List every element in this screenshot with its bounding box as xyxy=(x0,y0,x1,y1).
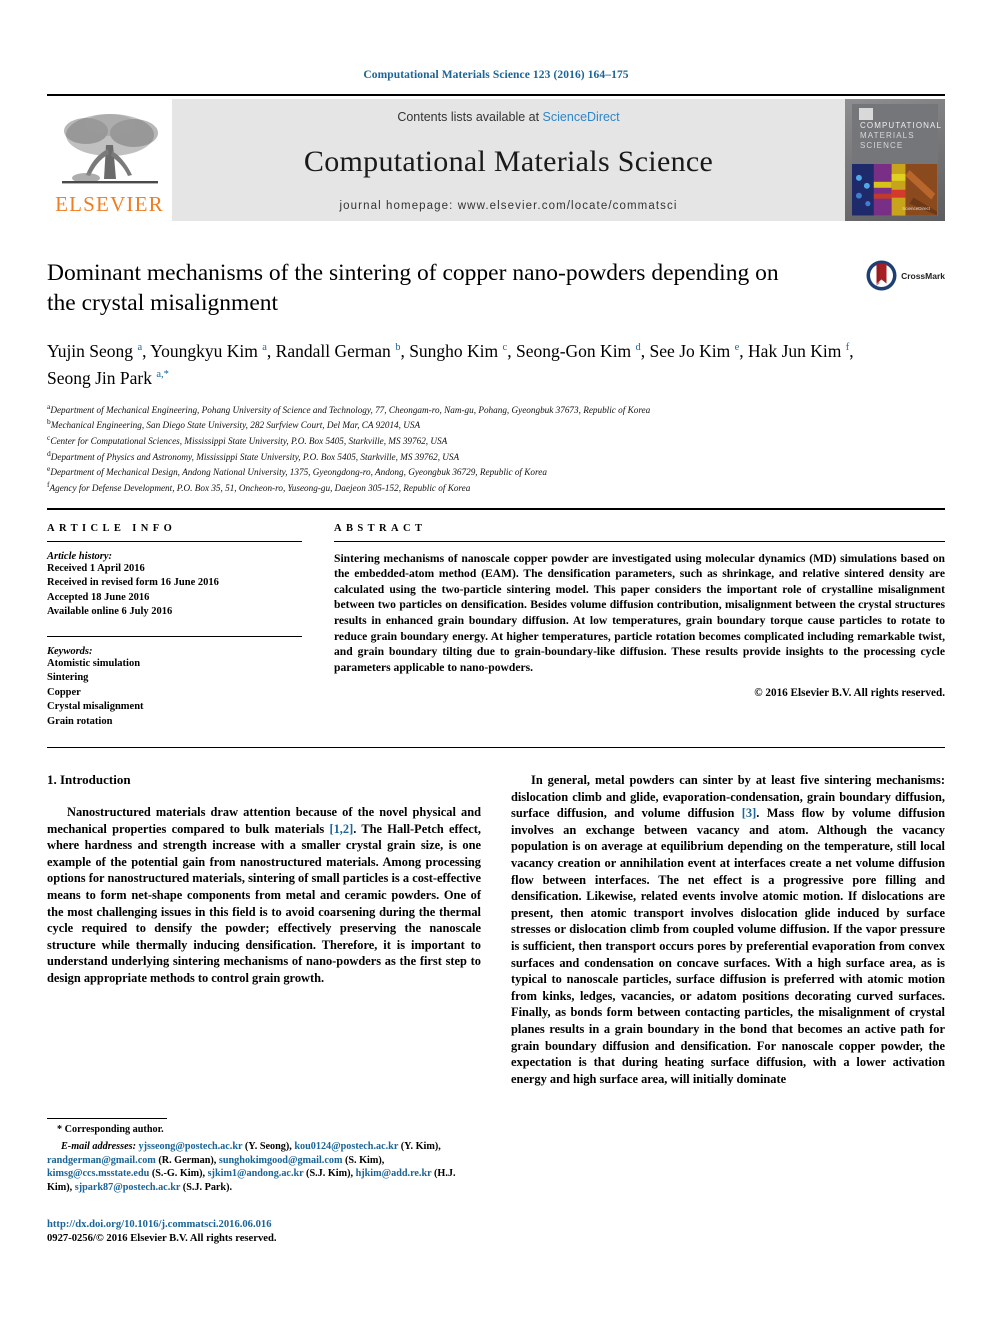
journal-cover-thumbnail[interactable]: COMPUTATIONAL MATERIALS SCIENCE ScienceD… xyxy=(845,99,945,221)
journal-masthead: ELSEVIER Contents lists available at Sci… xyxy=(0,94,992,221)
abstract-copyright: © 2016 Elsevier B.V. All rights reserved… xyxy=(754,687,945,700)
section-heading-introduction: 1. Introduction xyxy=(47,772,131,788)
article-history-item: Accepted 18 June 2016 xyxy=(47,591,150,603)
elsevier-tree-icon xyxy=(61,114,158,184)
abstract-rule xyxy=(334,540,945,542)
doi-link[interactable]: http://dx.doi.org/10.1016/j.commatsci.20… xyxy=(47,1218,277,1232)
abstract-text: Sintering mechanisms of nanoscale copper… xyxy=(334,551,945,674)
affiliation-item: bMechanical Engineering, San Diego State… xyxy=(47,416,945,432)
affiliation-item: eDepartment of Mechanical Design, Andong… xyxy=(47,463,945,479)
keyword-item: Grain rotation xyxy=(47,715,113,727)
article-info-heading: ARTICLE INFO xyxy=(47,522,177,534)
article-info-column: ARTICLE INFO Article history: Received 1… xyxy=(47,523,302,730)
cover-title-line-2: MATERIALS xyxy=(860,131,915,140)
crossmark-label: CrossMark xyxy=(901,270,945,281)
introduction-paragraph-left: Nanostructured materials draw attention … xyxy=(47,805,481,986)
article-history-item: Available online 6 July 2016 xyxy=(47,606,173,618)
email-addresses-note: E-mail addresses: yjsseong@postech.ac.kr… xyxy=(47,1140,481,1194)
email-addresses-label: E-mail addresses: xyxy=(61,1141,136,1153)
article-info-rule xyxy=(47,540,302,542)
cover-title-line-1: COMPUTATIONAL xyxy=(860,121,943,130)
sciencedirect-link[interactable]: ScienceDirect xyxy=(543,110,620,124)
cover-inner: COMPUTATIONAL MATERIALS SCIENCE ScienceD… xyxy=(852,104,943,216)
running-head: Computational Materials Science 123 (201… xyxy=(363,69,629,81)
journal-band: Contents lists available at ScienceDirec… xyxy=(172,99,845,221)
abstract-heading: ABSTRACT xyxy=(334,522,427,534)
introduction-paragraph-right: In general, metal powders can sinter by … xyxy=(511,773,945,1086)
publication-info: http://dx.doi.org/10.1016/j.commatsci.20… xyxy=(47,1218,277,1246)
keyword-item: Sintering xyxy=(47,672,89,684)
corresponding-author-note: * Corresponding author. xyxy=(57,1124,164,1135)
masthead-top-rule xyxy=(47,94,945,96)
affiliation-item: fAgency for Defense Development, P.O. Bo… xyxy=(47,479,945,495)
cover-elsevier-mark-icon xyxy=(859,108,873,120)
crossmark-icon xyxy=(866,260,897,291)
contents-prefix: Contents lists available at xyxy=(397,110,543,124)
affiliation-text: Department of Mechanical Engineering, Po… xyxy=(50,404,651,415)
abstract-column: ABSTRACT Sintering mechanisms of nanosca… xyxy=(334,523,945,730)
affiliation-text: Department of Physics and Astronomy, Mis… xyxy=(50,451,460,462)
footnote-rule xyxy=(47,1118,167,1119)
title-area: Dominant mechanisms of the sintering of … xyxy=(47,258,945,495)
journal-title: Computational Materials Science xyxy=(303,145,714,178)
cover-title-line-3: SCIENCE xyxy=(860,141,904,150)
cover-title-text: COMPUTATIONAL MATERIALS SCIENCE xyxy=(860,121,943,151)
affiliation-item: aDepartment of Mechanical Engineering, P… xyxy=(47,401,945,417)
keyword-item: Crystal misalignment xyxy=(47,701,144,713)
info-abstract-block: ARTICLE INFO Article history: Received 1… xyxy=(47,510,945,730)
affiliation-text: Center for Computational Sciences, Missi… xyxy=(50,436,448,447)
affiliation-list: aDepartment of Mechanical Engineering, P… xyxy=(47,401,945,495)
article-history-label: Article history: xyxy=(47,550,113,562)
keywords-rule xyxy=(47,635,302,637)
cover-footer-text: ScienceDirect xyxy=(902,206,930,211)
keyword-item: Atomistic simulation xyxy=(47,657,141,669)
elsevier-wordmark: ELSEVIER xyxy=(55,192,164,216)
crossmark-badge[interactable]: CrossMark xyxy=(866,260,945,291)
body-column-left: 1. Introduction Nanostructured materials… xyxy=(47,772,481,1087)
article-history-item: Received in revised form 16 June 2016 xyxy=(47,577,219,589)
affiliation-text: Agency for Defense Development, P.O. Box… xyxy=(49,483,471,493)
body-column-right: In general, metal powders can sinter by … xyxy=(511,772,945,1087)
paper-page: Computational Materials Science 123 (201… xyxy=(0,0,992,1323)
body-columns: 1. Introduction Nanostructured materials… xyxy=(47,772,945,1087)
abstract-bottom-rule xyxy=(47,747,945,749)
author-list: Yujin Seong a, Youngkyu Kim a, Randall G… xyxy=(47,340,854,388)
affiliation-item: dDepartment of Physics and Astronomy, Mi… xyxy=(47,448,945,464)
footnote-block: * Corresponding author. E-mail addresses… xyxy=(47,1118,481,1194)
affiliation-text: Department of Mechanical Design, Andong … xyxy=(50,467,547,478)
journal-homepage[interactable]: journal homepage: www.elsevier.com/locat… xyxy=(340,200,678,212)
affiliation-item: cCenter for Computational Sciences, Miss… xyxy=(47,432,945,448)
keywords-block: Keywords: Atomistic simulation Sintering… xyxy=(47,646,302,730)
affiliation-text: Mechanical Engineering, San Diego State … xyxy=(50,420,421,431)
issn-copyright-line: 0927-0256/© 2016 Elsevier B.V. All right… xyxy=(47,1233,277,1244)
page-title: Dominant mechanisms of the sintering of … xyxy=(47,260,779,316)
keyword-item: Copper xyxy=(47,686,81,698)
elsevier-logo: ELSEVIER xyxy=(47,99,172,221)
article-history-item: Received 1 April 2016 xyxy=(47,562,145,574)
keywords-label: Keywords: xyxy=(47,645,93,657)
contents-available-line: Contents lists available at ScienceDirec… xyxy=(397,110,619,124)
